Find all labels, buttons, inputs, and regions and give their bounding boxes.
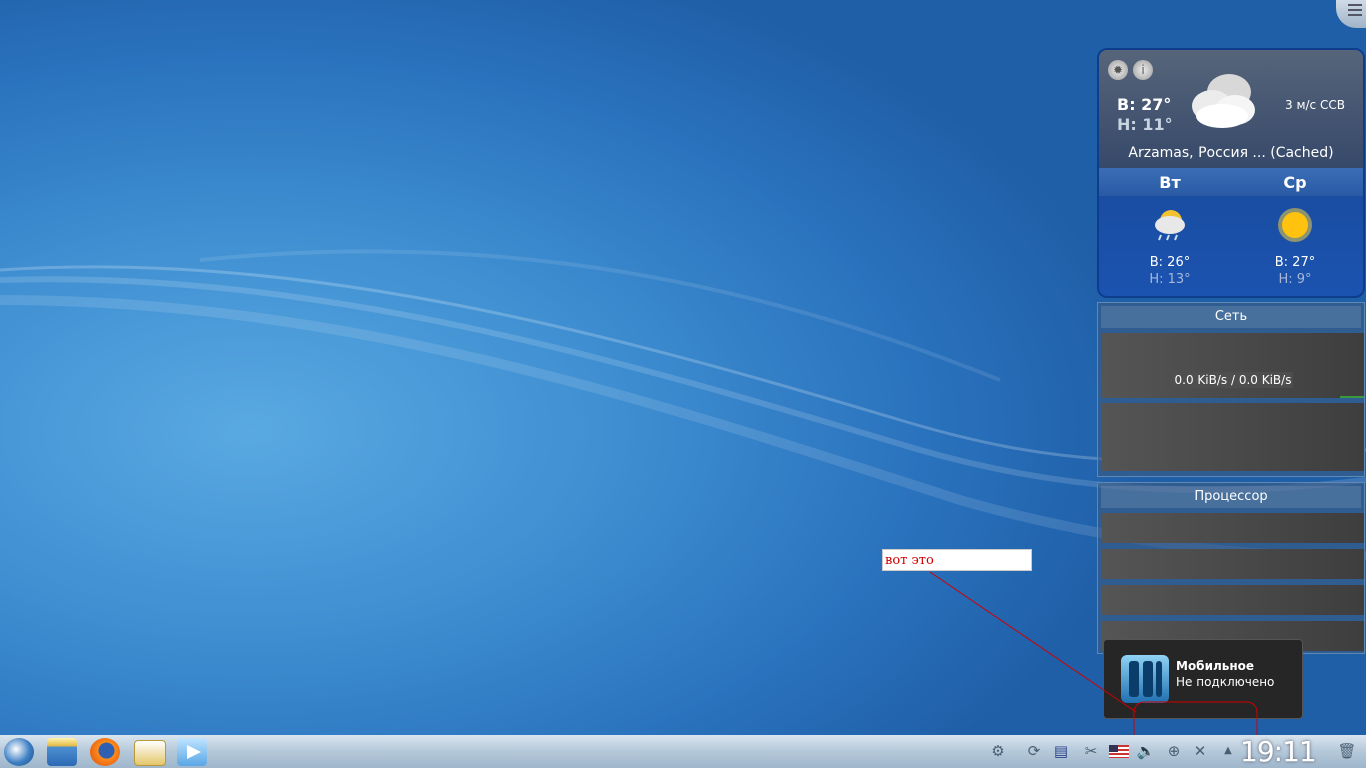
network-graph-out bbox=[1102, 403, 1364, 471]
volume-icon[interactable]: 🔈 bbox=[1136, 741, 1156, 761]
file-manager-icon[interactable] bbox=[47, 738, 77, 766]
weather-widget[interactable]: ✹ i В: 27° Н: 11° 3 м/с ССВ Arzamas, Рос… bbox=[1097, 48, 1365, 298]
media-player-icon[interactable] bbox=[177, 738, 207, 766]
close-icon[interactable]: ✕ bbox=[1190, 741, 1210, 761]
keyboard-layout-flag-icon[interactable] bbox=[1108, 741, 1130, 761]
cpu-graph bbox=[1102, 513, 1364, 543]
cpu-graph bbox=[1102, 585, 1364, 615]
tray-expand-icon[interactable]: ▲ bbox=[1218, 741, 1238, 761]
forecast-day: Ср bbox=[1283, 173, 1307, 192]
printer-icon[interactable]: ⚙ bbox=[984, 741, 1012, 761]
cpu-title: Процессор bbox=[1101, 486, 1361, 508]
notification-status: Не подключено bbox=[1176, 675, 1275, 689]
klipper-icon[interactable]: ▤ bbox=[1051, 741, 1071, 761]
taskbar: ⚙ ⟳ ▤ ✂ 🔈 ⊕ ✕ ▲ 19:11 🗑 bbox=[0, 735, 1366, 768]
forecast-high: В: 27° bbox=[1274, 255, 1316, 270]
cloud-icon bbox=[1192, 74, 1255, 128]
settings-icon[interactable]: ✹ bbox=[1108, 60, 1128, 80]
cpu-monitor-widget[interactable]: Процессор bbox=[1097, 482, 1365, 654]
rain-cloud-icon bbox=[1155, 210, 1185, 241]
forecast-low: Н: 9° bbox=[1278, 272, 1312, 287]
forecast-low: Н: 13° bbox=[1149, 272, 1191, 287]
sun-icon bbox=[1278, 208, 1312, 242]
today-low: Н: 11° bbox=[1117, 115, 1173, 134]
menu-icon bbox=[1348, 4, 1362, 16]
weather-location: Arzamas, Россия ... (Cached) bbox=[1128, 145, 1334, 161]
network-manager-logo-icon bbox=[1121, 655, 1169, 703]
notification-popup[interactable]: Мобильное Не подключено bbox=[1103, 639, 1303, 719]
network-title: Сеть bbox=[1101, 306, 1361, 328]
network-monitor-widget[interactable]: Сеть 0.0 KiB/s / 0.0 KiB/s bbox=[1097, 302, 1365, 477]
today-high: В: 27° bbox=[1117, 95, 1172, 114]
forecast-day: Вт bbox=[1159, 173, 1181, 192]
update-icon[interactable]: ⟳ bbox=[1024, 741, 1044, 761]
network-icon[interactable]: ⊕ bbox=[1164, 741, 1184, 761]
application-launcher-icon[interactable] bbox=[4, 738, 34, 766]
mail-icon[interactable] bbox=[134, 740, 166, 766]
forecast-high: В: 26° bbox=[1149, 255, 1191, 270]
info-icon[interactable]: i bbox=[1133, 60, 1153, 80]
firefox-icon[interactable] bbox=[90, 738, 120, 766]
wind-speed: 3 м/с ССВ bbox=[1285, 98, 1345, 112]
trash-icon[interactable]: 🗑 bbox=[1336, 741, 1358, 761]
cpu-graph bbox=[1102, 549, 1364, 579]
scissors-icon[interactable]: ✂ bbox=[1081, 741, 1101, 761]
network-graph-in: 0.0 KiB/s / 0.0 KiB/s bbox=[1102, 333, 1364, 398]
network-rate: 0.0 KiB/s / 0.0 KiB/s bbox=[1172, 372, 1294, 388]
notification-title: Мобильное bbox=[1176, 659, 1255, 673]
annotation-label: вот это bbox=[882, 549, 1032, 571]
clock[interactable]: 19:11 bbox=[1240, 735, 1317, 768]
